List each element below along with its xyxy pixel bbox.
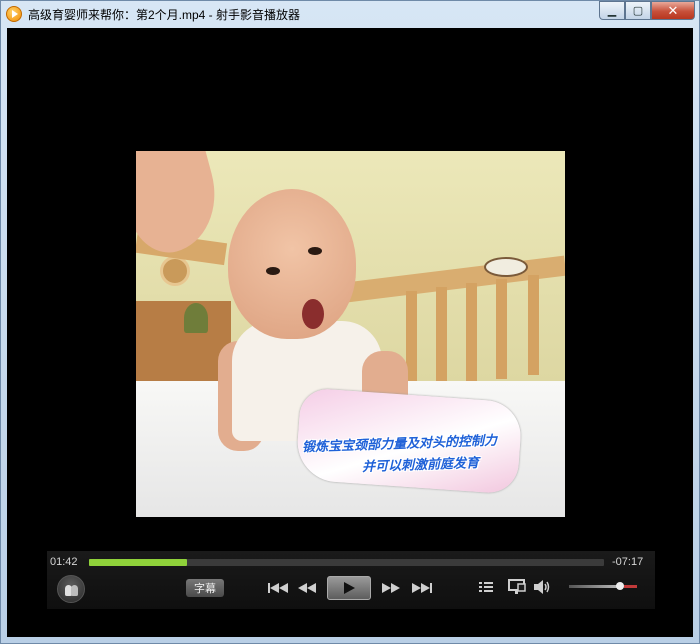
scene-plant bbox=[184, 303, 208, 333]
scene-crib-bar bbox=[528, 275, 539, 375]
window-controls: ▁ ▢ ✕ bbox=[599, 1, 695, 21]
seek-bar[interactable] bbox=[89, 559, 604, 566]
play-icon bbox=[344, 582, 355, 594]
app-logo-icon[interactable] bbox=[6, 6, 22, 22]
next-button[interactable] bbox=[410, 581, 432, 595]
elapsed-time: 01:42 bbox=[50, 556, 78, 568]
previous-button[interactable] bbox=[268, 581, 290, 595]
people-button[interactable] bbox=[57, 575, 85, 603]
scene-baby-eye bbox=[266, 267, 280, 275]
playlist-icon bbox=[479, 582, 493, 592]
volume-level bbox=[569, 585, 623, 588]
video-area[interactable]: 锻炼宝宝颈部力量及对头的控制力 并可以刺激前庭发育 bbox=[7, 28, 693, 551]
scene-baby-head bbox=[228, 189, 356, 339]
volume-boost-zone bbox=[624, 585, 637, 588]
screen-mode-icon bbox=[508, 579, 526, 594]
control-bar: 01:42 -07:17 字幕 bbox=[7, 551, 693, 637]
scene-baby-mouth bbox=[302, 299, 324, 329]
scene-crib-bar bbox=[436, 287, 447, 387]
close-button[interactable]: ✕ bbox=[651, 1, 695, 20]
fast-forward-button[interactable] bbox=[381, 581, 401, 595]
seek-progress bbox=[89, 559, 187, 566]
maximize-button[interactable]: ▢ bbox=[625, 1, 651, 20]
scene-crib-bar bbox=[466, 283, 477, 383]
subtitle-button[interactable]: 字幕 bbox=[186, 579, 224, 597]
volume-knob[interactable] bbox=[616, 582, 624, 590]
rewind-button[interactable] bbox=[297, 581, 317, 595]
fast-forward-icon bbox=[382, 583, 400, 593]
skip-back-icon bbox=[268, 583, 288, 593]
video-caption-line-2: 并可以刺激前庭发育 bbox=[361, 455, 480, 476]
skip-forward-icon bbox=[412, 583, 432, 593]
rewind-icon bbox=[298, 583, 316, 593]
remaining-time: -07:17 bbox=[612, 556, 644, 568]
title-bar[interactable]: 高级育婴师来帮你：第2个月.mp4 - 射手影音播放器 ▁ ▢ ✕ bbox=[1, 1, 699, 27]
video-frame[interactable]: 锻炼宝宝颈部力量及对头的控制力 并可以刺激前庭发育 bbox=[136, 151, 565, 517]
volume-slider[interactable] bbox=[569, 585, 637, 588]
scene-crib-bar bbox=[496, 279, 507, 379]
mute-button[interactable] bbox=[533, 579, 551, 595]
volume-icon bbox=[534, 580, 550, 594]
minimize-button[interactable]: ▁ bbox=[599, 1, 625, 20]
screen-mode-button[interactable] bbox=[508, 578, 526, 596]
scene-crib-sign bbox=[484, 257, 528, 277]
player-window: 高级育婴师来帮你：第2个月.mp4 - 射手影音播放器 ▁ ▢ ✕ 锻炼宝宝颈部… bbox=[0, 0, 700, 644]
play-button[interactable] bbox=[327, 576, 371, 600]
window-title: 高级育婴师来帮你：第2个月.mp4 - 射手影音播放器 bbox=[28, 7, 301, 22]
controls-panel: 01:42 -07:17 字幕 bbox=[47, 551, 655, 609]
scene-baby-eye bbox=[308, 247, 322, 255]
playlist-button[interactable] bbox=[478, 579, 494, 595]
scene-crib-decoration bbox=[160, 256, 190, 286]
